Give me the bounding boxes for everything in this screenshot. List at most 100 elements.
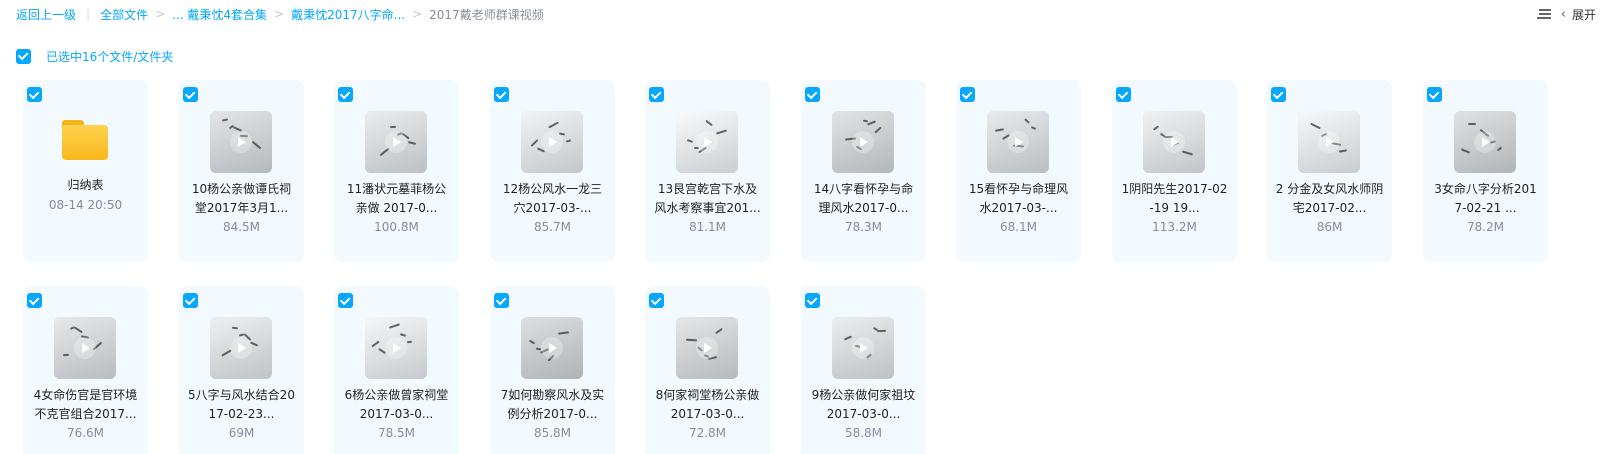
breadcrumb-level2[interactable]: 戴秉忱2017八字命... — [291, 6, 405, 23]
folder-card[interactable]: 归纳表 08-14 20:50 — [23, 80, 148, 262]
video-file-card[interactable]: 10杨公亲做谭氏祠堂2017年3月1... 84.5M — [179, 80, 304, 262]
breadcrumb-root[interactable]: 全部文件 — [100, 6, 148, 23]
video-thumbnail — [832, 317, 894, 379]
video-file-card[interactable]: 15看怀孕与命理风水2017-03-... 68.1M — [956, 80, 1081, 262]
video-thumbnail — [1454, 111, 1516, 173]
file-size: 81.1M — [688, 220, 727, 234]
play-icon — [74, 337, 96, 359]
file-checkbox[interactable] — [649, 293, 664, 308]
file-name: 1阴阳先生2017-02-19 19... — [1121, 182, 1228, 215]
view-controls: ‹ 展开 — [1536, 0, 1596, 28]
folder-icon — [62, 120, 108, 160]
file-checkbox[interactable] — [494, 293, 509, 308]
file-size: 78.5M — [377, 426, 416, 440]
video-thumbnail — [210, 317, 272, 379]
file-name: 2 分金及女风水师阴宅2017-02... — [1275, 182, 1384, 215]
file-checkbox[interactable] — [649, 87, 664, 102]
video-file-card[interactable]: 11潘状元墓菲杨公亲做 2017-0... 100.8M — [334, 80, 459, 262]
expand-button[interactable]: ‹ 展开 — [1561, 6, 1596, 23]
video-thumbnail — [365, 111, 427, 173]
video-thumbnail — [1298, 111, 1360, 173]
file-size: 72.8M — [688, 426, 727, 440]
video-thumbnail — [676, 317, 738, 379]
breadcrumb-separator-icon: > — [155, 7, 166, 21]
list-view-icon[interactable] — [1536, 8, 1551, 20]
file-name: 10杨公亲做谭氏祠堂2017年3月1... — [191, 182, 292, 215]
file-size: 78.2M — [1466, 220, 1505, 234]
video-file-card[interactable]: 5八字与风水结合2017-02-23... 69M — [179, 286, 304, 454]
video-file-card[interactable]: 13艮宫乾宫下水及风水考察事宜201... 81.1M — [645, 80, 770, 262]
file-checkbox[interactable] — [1116, 87, 1131, 102]
video-thumbnail — [521, 317, 583, 379]
video-thumbnail — [676, 111, 738, 173]
file-size: 85.8M — [533, 426, 572, 440]
file-name: 14八字看怀孕与命理风水2017-0... — [813, 182, 914, 215]
breadcrumb-current: 2017戴老师群课视频 — [429, 7, 544, 22]
video-file-card[interactable]: 7如何勘察风水及实例分析2017-0... 85.8M — [490, 286, 615, 454]
divider: | — [86, 7, 91, 21]
file-name: 11潘状元墓菲杨公亲做 2017-0... — [346, 182, 447, 215]
file-checkbox[interactable] — [27, 87, 42, 102]
file-checkbox[interactable] — [1271, 87, 1286, 102]
video-file-card[interactable]: 14八字看怀孕与命理风水2017-0... 78.3M — [801, 80, 926, 262]
selection-summary: 已选中16个文件/文件夹 — [46, 49, 174, 64]
file-size: 84.5M — [222, 220, 261, 234]
chevron-left-icon: ‹ — [1560, 6, 1566, 22]
video-file-card[interactable]: 9杨公亲做何家祖坟2017-03-0... 58.8M — [801, 286, 926, 454]
file-checkbox[interactable] — [805, 293, 820, 308]
play-icon — [696, 337, 718, 359]
video-file-card[interactable]: 3女命八字分析2017-02-21 ... 78.2M — [1423, 80, 1548, 262]
video-file-card[interactable]: 6杨公亲做曾家祠堂2017-03-0... 78.5M — [334, 286, 459, 454]
video-file-card[interactable]: 12杨公风水一龙三穴2017-03-... 85.7M — [490, 80, 615, 262]
file-checkbox[interactable] — [338, 293, 353, 308]
video-thumbnail — [54, 317, 116, 379]
breadcrumb-separator-icon: > — [412, 7, 423, 21]
file-name: 归纳表 — [67, 178, 104, 192]
file-checkbox[interactable] — [494, 87, 509, 102]
file-checkbox[interactable] — [183, 293, 198, 308]
video-thumbnail — [832, 111, 894, 173]
file-date: 08-14 20:50 — [48, 198, 123, 212]
play-icon — [1163, 131, 1185, 153]
file-name: 7如何勘察风水及实例分析2017-0... — [500, 388, 605, 421]
video-thumbnail — [521, 111, 583, 173]
file-checkbox[interactable] — [338, 87, 353, 102]
file-name: 4女命伤官是官环境不克官组合2017... — [33, 388, 138, 421]
file-checkbox[interactable] — [27, 293, 42, 308]
play-icon — [385, 337, 407, 359]
select-all-checkbox[interactable] — [16, 48, 31, 64]
play-icon — [230, 337, 252, 359]
play-icon — [541, 337, 563, 359]
file-name: 8何家祠堂杨公亲做2017-03-0... — [655, 388, 760, 421]
play-icon — [852, 337, 874, 359]
file-name: 9杨公亲做何家祖坟2017-03-0... — [811, 388, 916, 421]
file-checkbox[interactable] — [805, 87, 820, 102]
play-icon — [852, 131, 874, 153]
video-file-card[interactable]: 8何家祠堂杨公亲做2017-03-0... 72.8M — [645, 286, 770, 454]
file-size: 113.2M — [1152, 220, 1197, 234]
video-file-card[interactable]: 4女命伤官是官环境不克官组合2017... 76.6M — [23, 286, 148, 454]
file-checkbox[interactable] — [1427, 87, 1442, 102]
breadcrumb-separator-icon: > — [274, 7, 285, 21]
select-all-row: 已选中16个文件/文件夹 — [16, 47, 173, 65]
play-icon — [541, 131, 563, 153]
breadcrumb: 返回上一级 | 全部文件 > ... 戴秉忱4套合集 > 戴秉忱2017八字命.… — [16, 0, 1596, 28]
video-thumbnail — [210, 111, 272, 173]
video-thumbnail — [365, 317, 427, 379]
play-icon — [1318, 131, 1340, 153]
back-link[interactable]: 返回上一级 — [16, 6, 76, 23]
file-size: 78.3M — [844, 220, 883, 234]
video-file-card[interactable]: 2 分金及女风水师阴宅2017-02... 86M — [1267, 80, 1392, 262]
file-checkbox[interactable] — [960, 87, 975, 102]
file-name: 12杨公风水一龙三穴2017-03-... — [502, 182, 603, 215]
file-size: 69M — [228, 426, 255, 440]
video-thumbnail — [1143, 111, 1205, 173]
breadcrumb-level1[interactable]: ... 戴秉忱4套合集 — [172, 6, 267, 23]
play-icon — [1007, 131, 1029, 153]
file-checkbox[interactable] — [183, 87, 198, 102]
file-size: 86M — [1316, 220, 1343, 234]
file-browser-page: 返回上一级 | 全部文件 > ... 戴秉忱4套合集 > 戴秉忱2017八字命.… — [0, 0, 1612, 454]
play-icon — [696, 131, 718, 153]
video-file-card[interactable]: 1阴阳先生2017-02-19 19... 113.2M — [1112, 80, 1237, 262]
file-name: 5八字与风水结合2017-02-23... — [188, 388, 295, 421]
